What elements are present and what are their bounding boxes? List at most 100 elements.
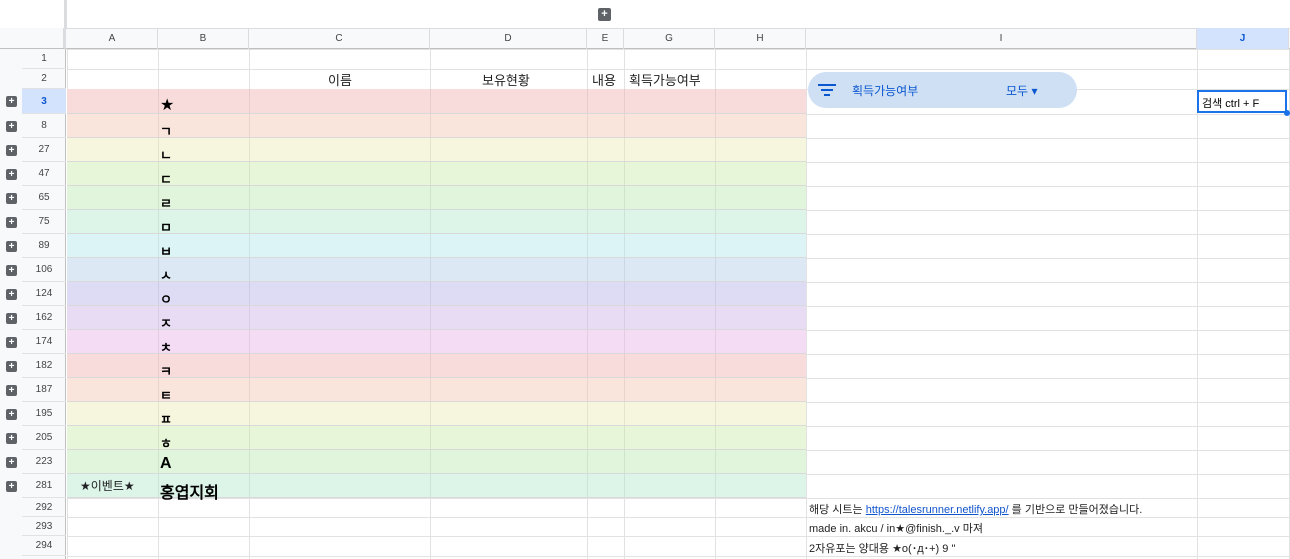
- section-letter: ㅋ: [160, 363, 172, 379]
- active-cell-J3[interactable]: 검색 ctrl + F: [1197, 90, 1287, 113]
- row-header-205[interactable]: 205: [22, 426, 66, 450]
- header-content: 내용: [592, 73, 616, 88]
- row-header-89[interactable]: 89: [22, 234, 66, 258]
- column-header-I[interactable]: I: [806, 28, 1197, 49]
- column-header-G[interactable]: G: [624, 28, 715, 49]
- section-letter: ㅅ: [160, 267, 172, 283]
- expand-row-group-button[interactable]: +: [6, 480, 17, 492]
- row-header-8[interactable]: 8: [22, 114, 66, 138]
- expand-row-group-button[interactable]: +: [6, 360, 17, 372]
- note-extra: 2자유포는 양대용 ★o(･д･+) 9 ": [809, 543, 956, 555]
- section-band: [67, 89, 806, 114]
- filter-chip[interactable]: 획득가능여부 모두 ▾: [808, 72, 1077, 108]
- section-letter: 홍엽지회: [160, 485, 219, 502]
- section-letter: ㅂ: [160, 243, 172, 259]
- section-band: [67, 378, 806, 402]
- chevron-down-icon: ▾: [1031, 84, 1038, 98]
- row-header-65[interactable]: 65: [22, 186, 66, 210]
- column-header-A[interactable]: A: [67, 28, 158, 49]
- row-header-2[interactable]: 2: [22, 69, 66, 89]
- row-header-47[interactable]: 47: [22, 162, 66, 186]
- section-band: [67, 426, 806, 450]
- section-band: [67, 402, 806, 426]
- row-header-27[interactable]: 27: [22, 138, 66, 162]
- expand-row-group-button[interactable]: +: [6, 120, 17, 132]
- section-band: [67, 114, 806, 138]
- filter-value-dropdown[interactable]: 모두 ▾: [1006, 82, 1037, 99]
- expand-row-group-button[interactable]: +: [6, 384, 17, 396]
- filter-label: 획득가능여부: [852, 84, 919, 98]
- select-all-corner[interactable]: [0, 28, 66, 49]
- expand-row-group-button[interactable]: +: [6, 96, 17, 107]
- section-band: [67, 330, 806, 354]
- section-letter: ㅍ: [160, 411, 172, 427]
- freeze-divider[interactable]: [64, 0, 67, 28]
- row-header-187[interactable]: 187: [22, 378, 66, 402]
- note-source-prefix: 해당 시트는: [809, 504, 866, 516]
- row-header-75[interactable]: 75: [22, 210, 66, 234]
- column-header-C[interactable]: C: [249, 28, 430, 49]
- expand-row-group-button[interactable]: +: [6, 192, 17, 204]
- grid-row-line: [67, 498, 1290, 499]
- row-header-106[interactable]: 106: [22, 258, 66, 282]
- row-header-174[interactable]: 174: [22, 330, 66, 354]
- expand-row-group-button[interactable]: +: [6, 264, 17, 276]
- section-band: [67, 162, 806, 186]
- grid-row-line: [67, 536, 1290, 537]
- section-letter: ㅊ: [160, 339, 172, 355]
- row-header-162[interactable]: 162: [22, 306, 66, 330]
- expand-row-group-button[interactable]: +: [6, 408, 17, 420]
- section-band: [67, 258, 806, 282]
- row-header-182[interactable]: 182: [22, 354, 66, 378]
- row-header-281[interactable]: 281: [22, 474, 66, 498]
- expand-row-group-button[interactable]: +: [6, 336, 17, 348]
- section-letter: ㄹ: [160, 195, 172, 211]
- row-header-292[interactable]: 292: [22, 498, 66, 517]
- expand-row-group-button[interactable]: +: [6, 216, 17, 228]
- expand-row-group-button[interactable]: +: [6, 144, 17, 156]
- active-cell-value: 검색 ctrl + F: [1202, 98, 1260, 110]
- expand-row-group-button[interactable]: +: [6, 456, 17, 468]
- row-header-1[interactable]: 1: [22, 49, 66, 69]
- section-band: [67, 234, 806, 258]
- section-letter: ㄷ: [160, 171, 172, 187]
- fill-handle[interactable]: [1284, 110, 1290, 116]
- section-band: [67, 450, 806, 474]
- section-band: [67, 282, 806, 306]
- section-letter: ㅁ: [160, 219, 172, 235]
- note-source: 해당 시트는 https://talesrunner.netlify.app/ …: [809, 501, 1142, 517]
- column-header-B[interactable]: B: [158, 28, 249, 49]
- filter-lines-icon: [818, 83, 836, 102]
- section-band: [67, 210, 806, 234]
- expand-row-group-button[interactable]: +: [6, 168, 17, 180]
- expand-row-group-button[interactable]: +: [6, 432, 17, 444]
- row-header-223[interactable]: 223: [22, 450, 66, 474]
- source-link[interactable]: https://talesrunner.netlify.app/: [866, 504, 1009, 516]
- column-header-E[interactable]: E: [587, 28, 624, 49]
- expand-row-group-button[interactable]: +: [6, 240, 17, 252]
- section-letter: ㅈ: [160, 315, 172, 331]
- grid-row-line: [67, 517, 1290, 518]
- section-letter: ㅎ: [160, 435, 172, 451]
- column-header-J[interactable]: J: [1197, 28, 1289, 49]
- expand-row-group-button[interactable]: +: [6, 288, 17, 300]
- row-header-3[interactable]: 3: [22, 89, 66, 114]
- row-header-124[interactable]: 124: [22, 282, 66, 306]
- note-source-suffix: 를 기반으로 만들어졌습니다.: [1008, 504, 1143, 516]
- event-label: ★이벤트★: [80, 479, 135, 493]
- filter-value-text: 모두: [1006, 84, 1029, 98]
- grid-row-line: [67, 556, 1290, 557]
- row-header-293[interactable]: 293: [22, 517, 66, 536]
- section-band: [67, 354, 806, 378]
- row-header-195[interactable]: 195: [22, 402, 66, 426]
- expand-group-button[interactable]: +: [598, 8, 611, 21]
- column-header-D[interactable]: D: [430, 28, 587, 49]
- column-header-H[interactable]: H: [715, 28, 806, 49]
- grid-col-line: [806, 49, 807, 559]
- section-letter: A: [160, 455, 172, 472]
- section-letter: ㅌ: [160, 387, 172, 403]
- expand-row-group-button[interactable]: +: [6, 312, 17, 324]
- section-letter: ★: [160, 96, 175, 114]
- row-header-294[interactable]: 294: [22, 536, 66, 556]
- header-obtainable: 획득가능여부: [629, 73, 701, 88]
